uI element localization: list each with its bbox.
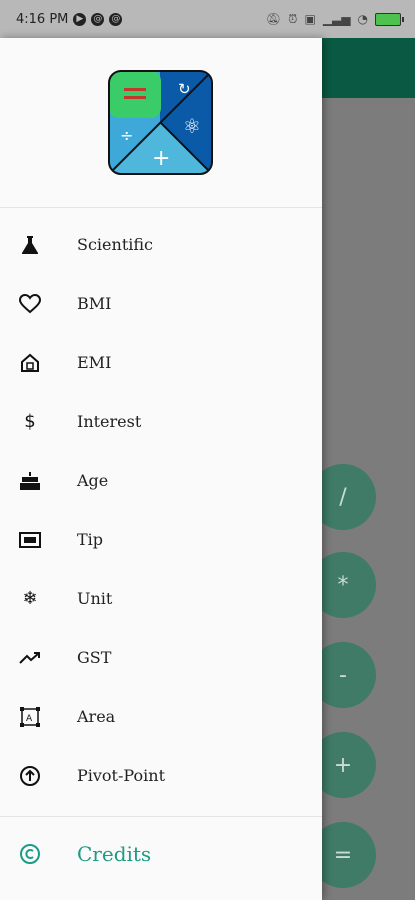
menu-item-age[interactable]: Age xyxy=(0,451,322,510)
copyright-icon xyxy=(19,843,41,865)
battery-icon xyxy=(375,12,404,26)
alarm-icon: ⏰︎ xyxy=(288,11,298,26)
menu-item-tip[interactable]: Tip xyxy=(0,510,322,569)
menu-item-area[interactable]: A Area xyxy=(0,687,322,746)
cake-icon xyxy=(19,470,41,492)
arrow-up-circle-icon xyxy=(19,765,41,787)
menu-item-label: Tip xyxy=(77,530,104,549)
menu-item-label: BMI xyxy=(77,294,112,313)
header-divider xyxy=(0,207,322,208)
menu-item-emi[interactable]: EMI xyxy=(0,333,322,392)
menu-item-label: Pivot-Point xyxy=(77,766,165,785)
status-right-icons: 🔕︎ ⏰︎ ▣ ▁▃▅ ◔ xyxy=(265,0,404,38)
menu-item-gst[interactable]: GST xyxy=(0,628,322,687)
menu-item-interest[interactable]: $ Interest xyxy=(0,392,322,451)
dollar-icon: $ xyxy=(24,411,36,432)
area-select-icon: A xyxy=(19,706,41,728)
credits-label: Credits xyxy=(77,841,152,866)
screen-icon: ▣ xyxy=(304,12,316,26)
menu-item-credits[interactable]: Credits xyxy=(0,824,322,883)
heart-icon xyxy=(19,293,41,315)
home-icon xyxy=(19,352,41,374)
navigation-drawer: ↻ ⚛ ÷ + Scientific BMI EMI $ Interest Ag… xyxy=(0,38,322,900)
menu-item-label: Area xyxy=(77,707,116,726)
menu-item-label: Age xyxy=(77,471,109,490)
trending-up-icon xyxy=(19,647,41,669)
menu-item-label: Interest xyxy=(77,412,142,431)
svg-text:⚛: ⚛ xyxy=(183,114,201,138)
menu-item-unit[interactable]: ❄ Unit xyxy=(0,569,322,628)
status-time: 4:16 PM xyxy=(16,11,69,27)
menu-item-label: GST xyxy=(77,648,112,667)
menu-item-scientific[interactable]: Scientific xyxy=(0,215,322,274)
wifi-icon: ◔ xyxy=(357,12,368,26)
play-icon: ▶ xyxy=(73,12,87,26)
svg-text:÷: ÷ xyxy=(120,126,133,145)
svg-text:A: A xyxy=(26,714,33,724)
svg-text:↻: ↻ xyxy=(178,80,191,98)
menu-item-bmi[interactable]: BMI xyxy=(0,274,322,333)
sync-icon: @ xyxy=(109,12,123,26)
status-bar: 4:16 PM ▶ @ @ 🔕︎ ⏰︎ ▣ ▁▃▅ ◔ xyxy=(0,0,415,38)
signal-icon: ▁▃▅ xyxy=(322,12,351,26)
svg-text:+: + xyxy=(152,146,170,171)
flask-icon xyxy=(19,234,41,256)
footer-divider xyxy=(0,816,322,817)
menu-item-label: Scientific xyxy=(77,235,153,254)
sync-icon: @ xyxy=(91,12,105,26)
menu-item-label: Unit xyxy=(77,589,113,608)
app-logo: ↻ ⚛ ÷ + xyxy=(108,70,213,175)
menu-item-pivot-point[interactable]: Pivot-Point xyxy=(0,746,322,805)
mute-icon: 🔕︎ xyxy=(265,12,282,26)
menu-item-label: EMI xyxy=(77,353,112,372)
snowflake-icon: ❄ xyxy=(22,588,38,609)
money-icon xyxy=(19,529,41,551)
